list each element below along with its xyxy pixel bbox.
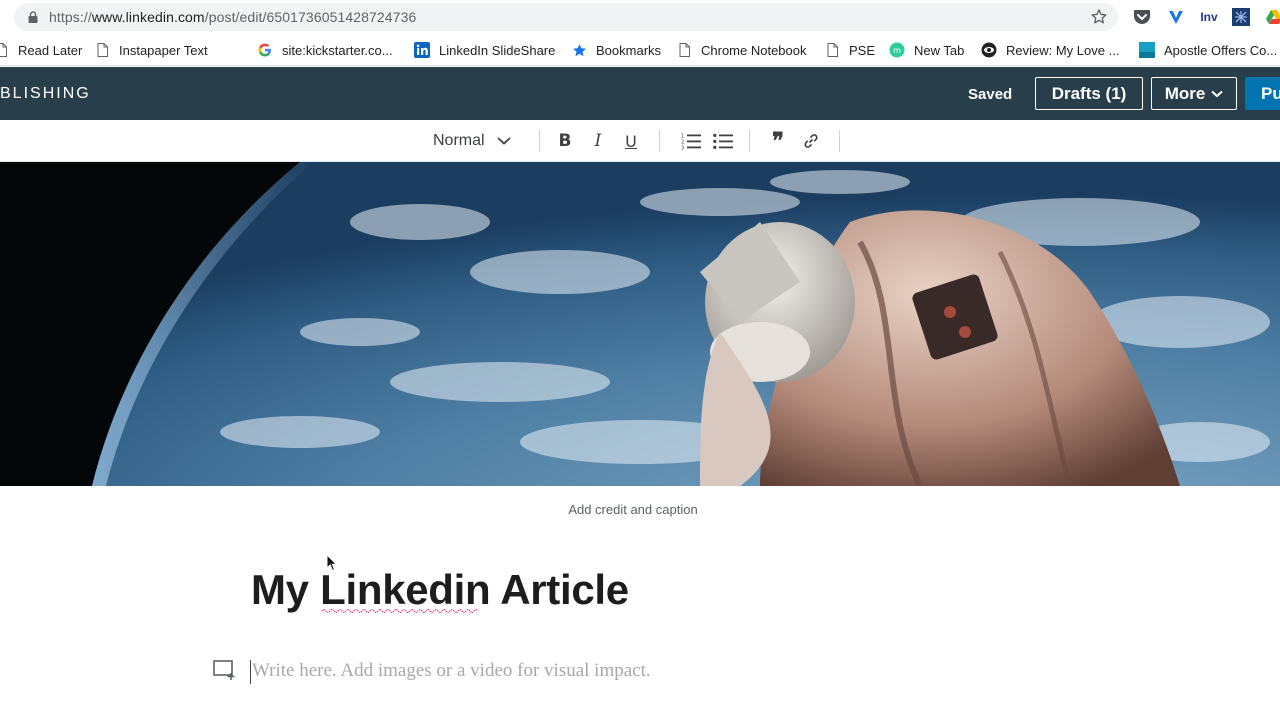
bookmark-instapaper[interactable]: Instapaper Text [94,41,208,59]
page-icon [94,42,110,58]
link-icon [804,134,818,148]
add-media-icon[interactable] [213,659,237,681]
more-button[interactable]: More [1151,77,1237,110]
cover-image[interactable] [0,162,1280,486]
svg-text:3: 3 [681,146,684,151]
page-icon [676,42,692,58]
google-icon [257,42,273,58]
publishing-header: BLISHING Saved Drafts (1) More Pu [0,67,1280,120]
bookmark-new-tab[interactable]: m New Tab [889,41,964,59]
star-icon [571,42,587,58]
address-bar[interactable]: https://www.linkedin.com/post/edit/65017… [14,3,1118,31]
pocket-icon[interactable] [1132,7,1152,27]
toolbar-divider [839,130,840,152]
network-icon[interactable] [1231,7,1251,27]
chevron-down-icon [1211,90,1223,97]
toolbar-divider [539,130,540,152]
eye-icon [981,42,997,58]
drive-icon[interactable] [1264,7,1280,27]
url-text: https://www.linkedin.com/post/edit/65017… [49,9,417,25]
chevron-down-icon [496,137,511,145]
page-icon [824,42,840,58]
bookmark-kickstarter[interactable]: site:kickstarter.co... [257,41,393,59]
text-style-label: Normal [433,132,485,149]
bookmark-read-later[interactable]: Read Later [0,41,82,59]
browser-url-bar: https://www.linkedin.com/post/edit/65017… [0,0,1280,34]
quote-button[interactable]: ❞ [768,128,788,154]
more-label: More [1164,83,1206,103]
bookmark-star-icon[interactable] [1090,8,1108,26]
astronaut-earth-image [0,162,1280,486]
saved-status: Saved [968,86,1013,103]
italic-button[interactable]: I [590,129,606,153]
teal-square-icon [1139,42,1155,58]
green-circle-icon: m [889,42,905,58]
bulleted-list-icon [713,133,733,149]
bookmark-apostle[interactable]: Apostle Offers Co... [1139,41,1277,59]
publish-button[interactable]: Pu [1245,77,1280,110]
linkedin-icon [414,42,430,58]
svg-text:m: m [893,46,901,55]
article-body-input[interactable]: Write here. Add images or a video for vi… [252,660,651,682]
toolbar-divider [659,130,660,152]
v-icon[interactable] [1166,7,1186,27]
bookmarks-bar: Read Later Instapaper Text site:kickstar… [0,34,1280,66]
page-icon [0,42,9,58]
lock-icon [28,11,38,23]
text-style-dropdown[interactable]: Normal [433,129,511,153]
bookmark-chrome-notebook[interactable]: Chrome Notebook [676,41,807,59]
numbered-list-button[interactable]: 1 2 3 [681,129,701,153]
bookmark-review[interactable]: Review: My Love ... [981,41,1119,59]
cover-caption[interactable]: Add credit and caption [0,502,1266,517]
formatting-toolbar: Normal B I U 1 2 3 ❞ [0,120,1280,162]
link-button[interactable] [801,129,821,153]
toolbar-divider [749,130,750,152]
bookmark-bookmarks[interactable]: Bookmarks [571,41,661,59]
drafts-button[interactable]: Drafts (1) [1035,77,1143,110]
underline-button[interactable]: U [622,129,640,153]
numbered-list-icon: 1 2 3 [681,134,701,151]
bulleted-list-button[interactable] [713,129,733,153]
publishing-brand: BLISHING [0,85,91,102]
text-cursor [250,660,251,684]
bookmark-slideshare[interactable]: LinkedIn SlideShare [414,41,555,59]
bold-button[interactable]: B [556,129,574,153]
article-title[interactable]: My Linkedin Article [251,566,629,614]
spellcheck-underline [322,609,479,613]
bookmark-pse[interactable]: PSE [824,41,875,59]
inv-icon[interactable]: Inv [1197,7,1221,27]
mouse-pointer-icon [326,554,338,572]
